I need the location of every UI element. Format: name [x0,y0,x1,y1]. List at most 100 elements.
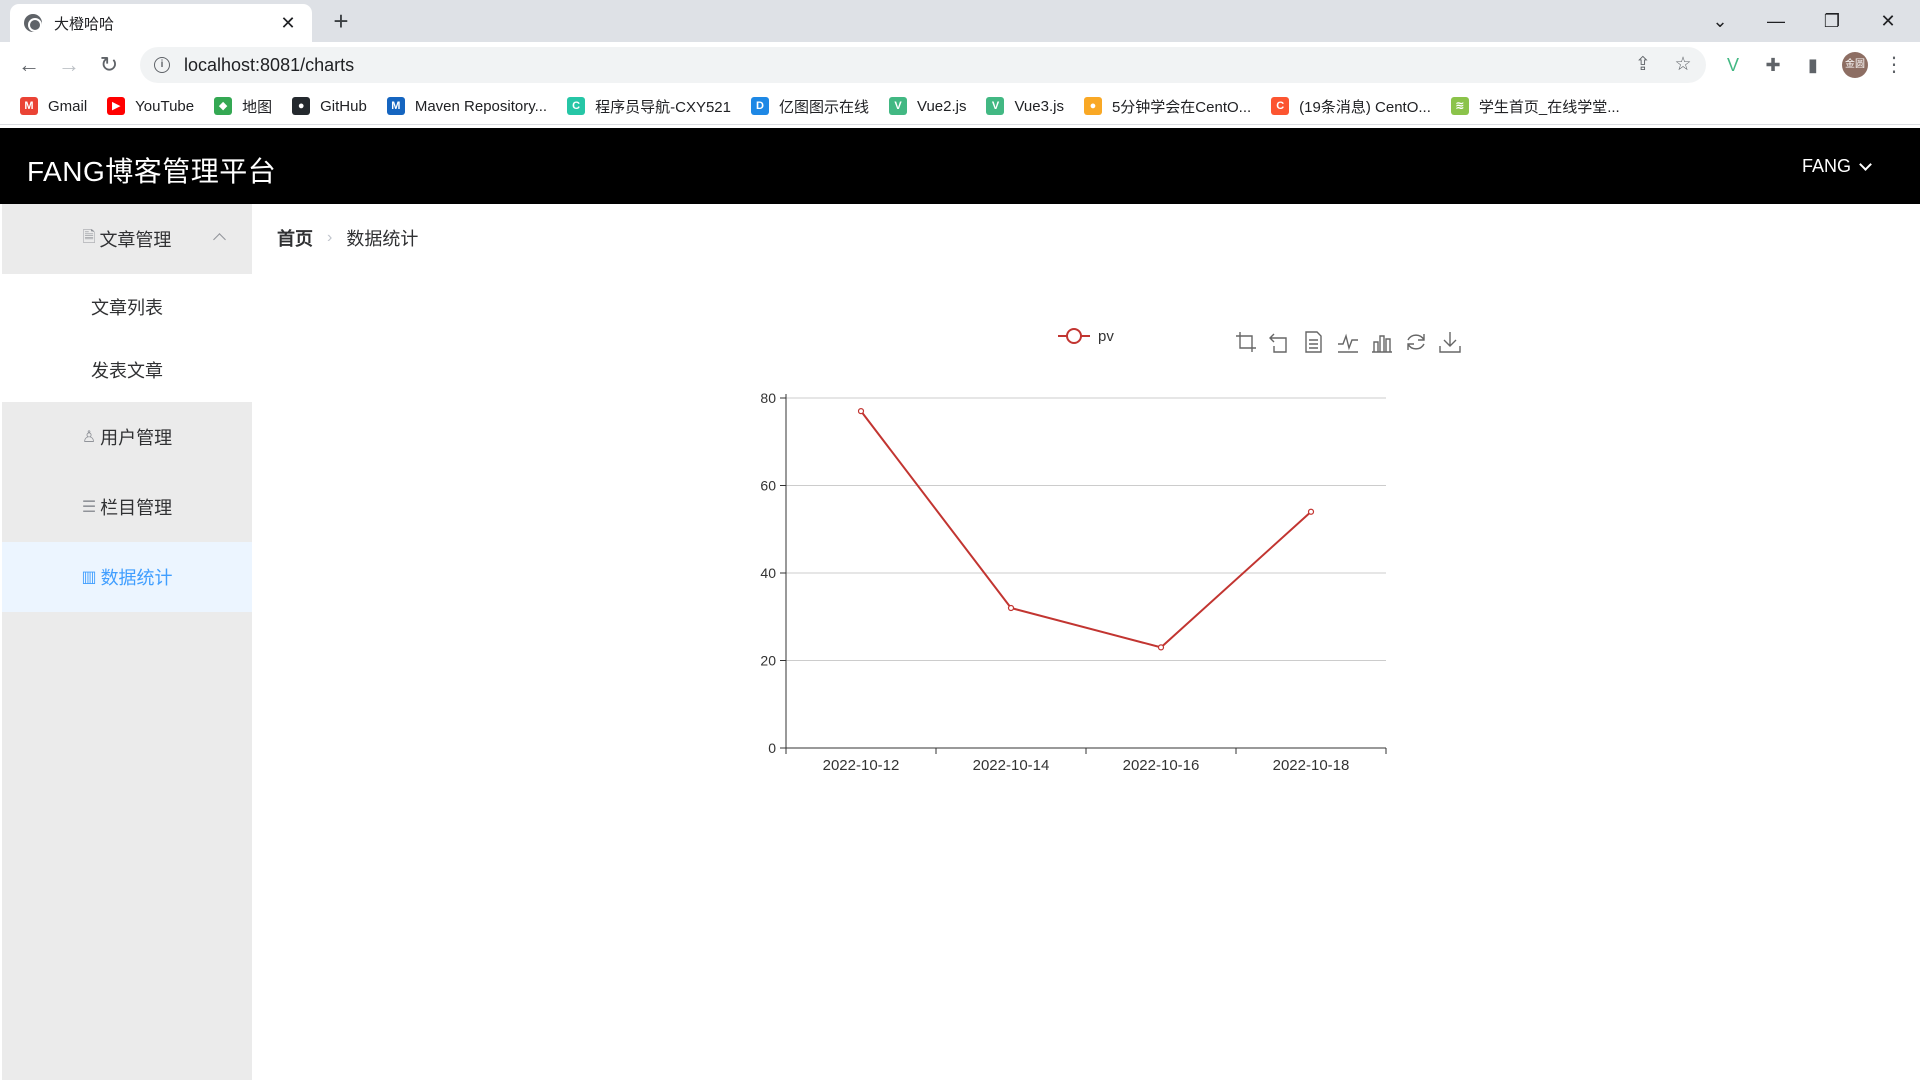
breadcrumb-separator-icon: › [327,229,333,246]
cxy-icon: C [567,97,586,115]
bookmark-item[interactable]: V Vue2.js [889,97,966,115]
y-tick-label: 20 [760,653,776,669]
bookmark-item[interactable]: M Gmail [20,97,87,115]
user-dropdown[interactable]: FANG [1802,156,1872,177]
csdn-icon: C [1271,97,1290,115]
zoom-reset-icon[interactable] [1269,333,1287,353]
school-icon: ≋ [1450,97,1469,115]
vue-icon: V [986,97,1005,115]
breadcrumb: 首页 › 数据统计 [277,225,418,251]
app-title: FANG博客管理平台 [27,156,277,187]
close-window-icon[interactable]: ✕ [1860,6,1916,36]
data-point[interactable] [1307,508,1315,515]
bar-chart-icon[interactable] [1372,335,1392,353]
app-header: FANG博客管理平台 FANG [0,128,1920,204]
bookmark-item[interactable]: ● GitHub [292,97,367,115]
vue-devtools-icon[interactable]: V [1720,52,1746,78]
line-chart[interactable]: pv 0 20 40 60 80 2022-10-12 2022-10-14 2022-10-1… [700,310,1500,790]
forward-icon[interactable]: → [54,50,84,80]
restore-icon[interactable] [1407,334,1425,350]
user-icon: ♙ [81,429,97,446]
y-tick-label: 40 [760,565,776,581]
bookmark-item[interactable]: C 程序员导航-CXY521 [567,96,731,117]
back-icon[interactable]: ← [14,50,44,80]
tab-title: 大橙哈哈 [54,15,115,33]
series-line-pv [860,410,1312,649]
close-tab-icon[interactable]: ✕ [278,13,298,34]
maven-icon: M [386,97,405,115]
menu-label: 数据统计 [100,568,173,588]
menu-label: 用户管理 [100,428,173,448]
minimize-icon[interactable]: — [1748,6,1804,36]
bookmark-label: 程序员导航-CXY521 [595,98,731,116]
y-tick-label: 60 [760,478,776,494]
bookmark-label: 学生首页_在线学堂... [1478,98,1620,116]
bookmark-item[interactable]: ≋ 学生首页_在线学堂... [1450,96,1620,117]
bookmark-item[interactable]: V Vue3.js [986,97,1064,115]
menu-label: 栏目管理 [100,498,173,518]
bookmark-label: 5分钟学会在CentO... [1111,98,1252,116]
data-point[interactable] [1157,644,1165,651]
line-chart-icon[interactable] [1338,333,1358,353]
address-bar[interactable]: i localhost:8081/charts [140,47,1706,83]
breadcrumb-home[interactable]: 首页 [277,225,313,251]
data-point[interactable] [1007,604,1015,612]
bookmark-label: 地图 [242,98,273,116]
bookmark-item[interactable]: C (19条消息) CentO... [1271,96,1431,117]
extensions-icon[interactable]: ✚ [1760,52,1786,78]
edraw-icon: D [750,97,769,115]
restore-window-icon[interactable]: ❐ [1804,6,1860,36]
globe-icon [24,14,42,32]
bookmarks-bar: M Gmail ▶ YouTube ◆ 地图 ● GitHub M Maven Repositor… [0,88,1920,125]
browser-tab-strip: 大橙哈哈 ✕ + ⌄ — ❐ ✕ [0,0,1920,42]
menu-data-statistics[interactable]: ▥ 数据统计 [2,542,252,612]
chevron-down-icon [1859,158,1872,171]
bookmark-label: YouTube [135,97,195,115]
bookmark-label: Vue3.js [1014,97,1064,115]
bookmark-label: GitHub [320,97,367,115]
site-info-icon[interactable]: i [154,57,170,73]
menu-column-management[interactable]: ☰ 栏目管理 [2,472,252,542]
maps-icon: ◆ [214,97,233,115]
bookmark-item[interactable]: D 亿图图示在线 [750,96,869,117]
bookmark-label: (19条消息) CentO... [1299,98,1431,116]
menu-article-list[interactable]: 文章列表 [2,294,252,320]
document-icon: 🗎 [82,228,96,246]
browser-menu-icon[interactable]: ⋮ [1884,50,1904,80]
url-text: localhost:8081/charts [184,54,355,75]
bookmark-item[interactable]: M Maven Repository... [386,97,548,115]
bookmark-item[interactable]: ● 5分钟学会在CentO... [1083,96,1252,117]
data-view-icon[interactable] [1305,331,1322,353]
profile-avatar[interactable]: 金圆 [1842,52,1868,78]
share-icon[interactable]: ⇪ [1628,50,1658,80]
bookmark-star-icon[interactable]: ☆ [1668,50,1698,80]
menu-label: 文章管理 [99,230,172,250]
tab-search-icon[interactable]: ⌄ [1692,6,1748,36]
breadcrumb-current: 数据统计 [346,229,419,249]
bookmark-label: Vue2.js [917,97,967,115]
data-point[interactable] [857,408,865,415]
browser-toolbar: ← → ↻ i localhost:8081/charts ⇪ ☆ V ✚ ▮ … [0,42,1920,88]
legend-label[interactable]: pv [1098,328,1114,345]
vue-icon: V [889,97,907,115]
menu-user-management[interactable]: ♙ 用户管理 [2,402,252,472]
reload-icon[interactable]: ↻ [94,50,124,80]
y-tick-label: 0 [768,740,776,756]
chart-container: pv 0 20 40 60 80 2022-10-12 2022-10-14 2022-10-1… [700,310,1500,790]
browser-tab[interactable]: 大橙哈哈 ✕ [10,4,312,42]
sidebar: 🗎 文章管理 文章列表 发表文章 ♙ 用户管理 ☰ 栏目管理 ▥ 数据统计 [2,204,252,1080]
bookmark-label: Maven Repository... [414,97,548,115]
site-icon: ● [1083,97,1102,115]
menu-publish-article[interactable]: 发表文章 [2,357,252,383]
bookmark-item[interactable]: ◆ 地图 [214,96,272,117]
bookmark-label: 亿图图示在线 [778,98,869,116]
download-icon[interactable] [1439,332,1461,353]
bookmark-item[interactable]: ▶ YouTube [107,97,194,115]
new-tab-button[interactable]: + [326,6,356,36]
menu-article-management[interactable]: 🗎 文章管理 [2,204,252,274]
gmail-icon: M [20,97,38,115]
y-tick-label: 80 [760,390,776,406]
zoom-icon[interactable] [1236,332,1256,352]
legend-marker [1066,328,1082,344]
side-panel-icon[interactable]: ▮ [1800,52,1826,78]
